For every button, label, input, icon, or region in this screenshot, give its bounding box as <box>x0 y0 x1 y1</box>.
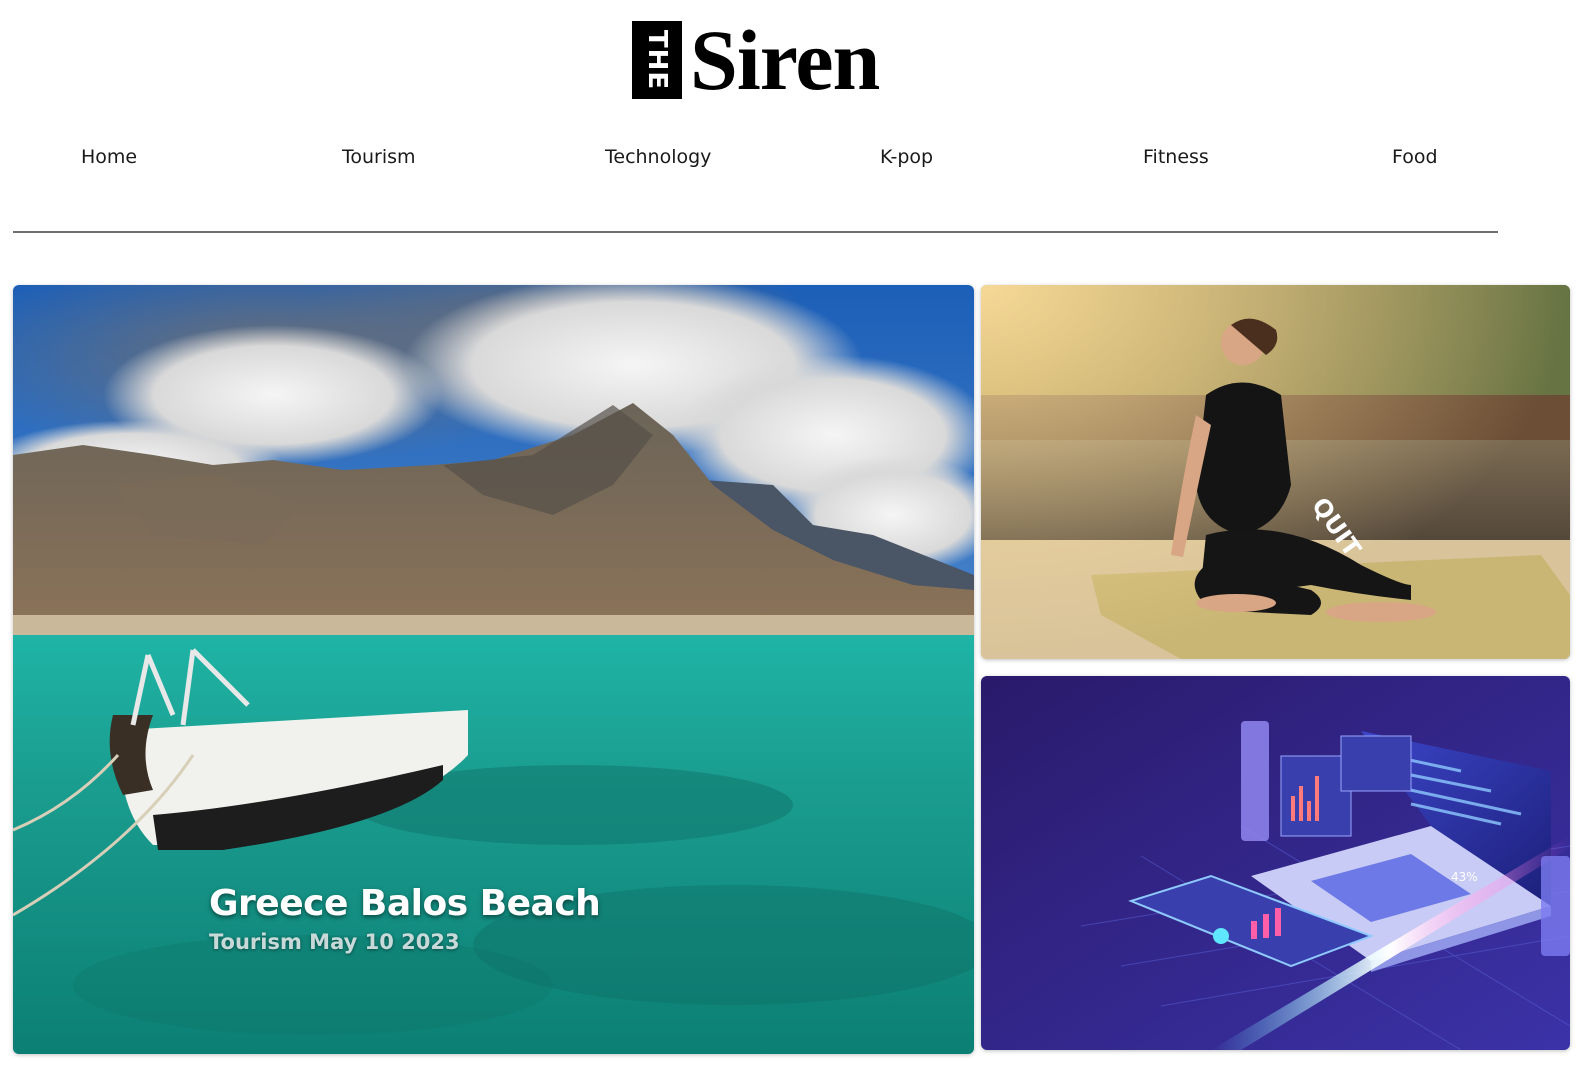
nav-item-tourism[interactable]: Tourism <box>342 146 416 168</box>
nav-item-food[interactable]: Food <box>1392 146 1438 168</box>
nav-item-home[interactable]: Home <box>81 146 137 168</box>
featured-category[interactable]: Tourism <box>209 930 302 954</box>
isometric-laptop-tech-photo: 43% <box>981 676 1570 1050</box>
featured-meta: Tourism May 10 2023 <box>209 930 600 954</box>
featured-title[interactable]: Greece Balos Beach <box>209 883 601 924</box>
site-logo[interactable]: THE Siren <box>632 12 880 108</box>
nav-item-technology[interactable]: Technology <box>605 146 711 168</box>
main-nav: Home Tourism Technology K-pop Fitness Fo… <box>0 146 1590 176</box>
featured-caption: Greece Balos Beach Tourism May 10 2023 <box>209 883 601 954</box>
nav-item-fitness[interactable]: Fitness <box>1143 146 1209 168</box>
stat-text: 43% <box>1451 870 1478 884</box>
yoga-woman-photo: QUIT <box>981 285 1570 659</box>
featured-date: May 10 2023 <box>309 930 460 954</box>
technology-article-card[interactable]: 43% <box>981 676 1570 1050</box>
logo-mark: THE <box>632 21 682 99</box>
featured-article-card[interactable]: Greece Balos Beach Tourism May 10 2023 <box>13 285 974 1054</box>
nav-item-kpop[interactable]: K-pop <box>880 146 933 168</box>
nav-divider <box>13 231 1498 233</box>
logo-mark-text: THE <box>642 29 673 91</box>
fitness-article-card[interactable]: QUIT <box>981 285 1570 659</box>
logo-wordmark: Siren <box>690 12 880 108</box>
